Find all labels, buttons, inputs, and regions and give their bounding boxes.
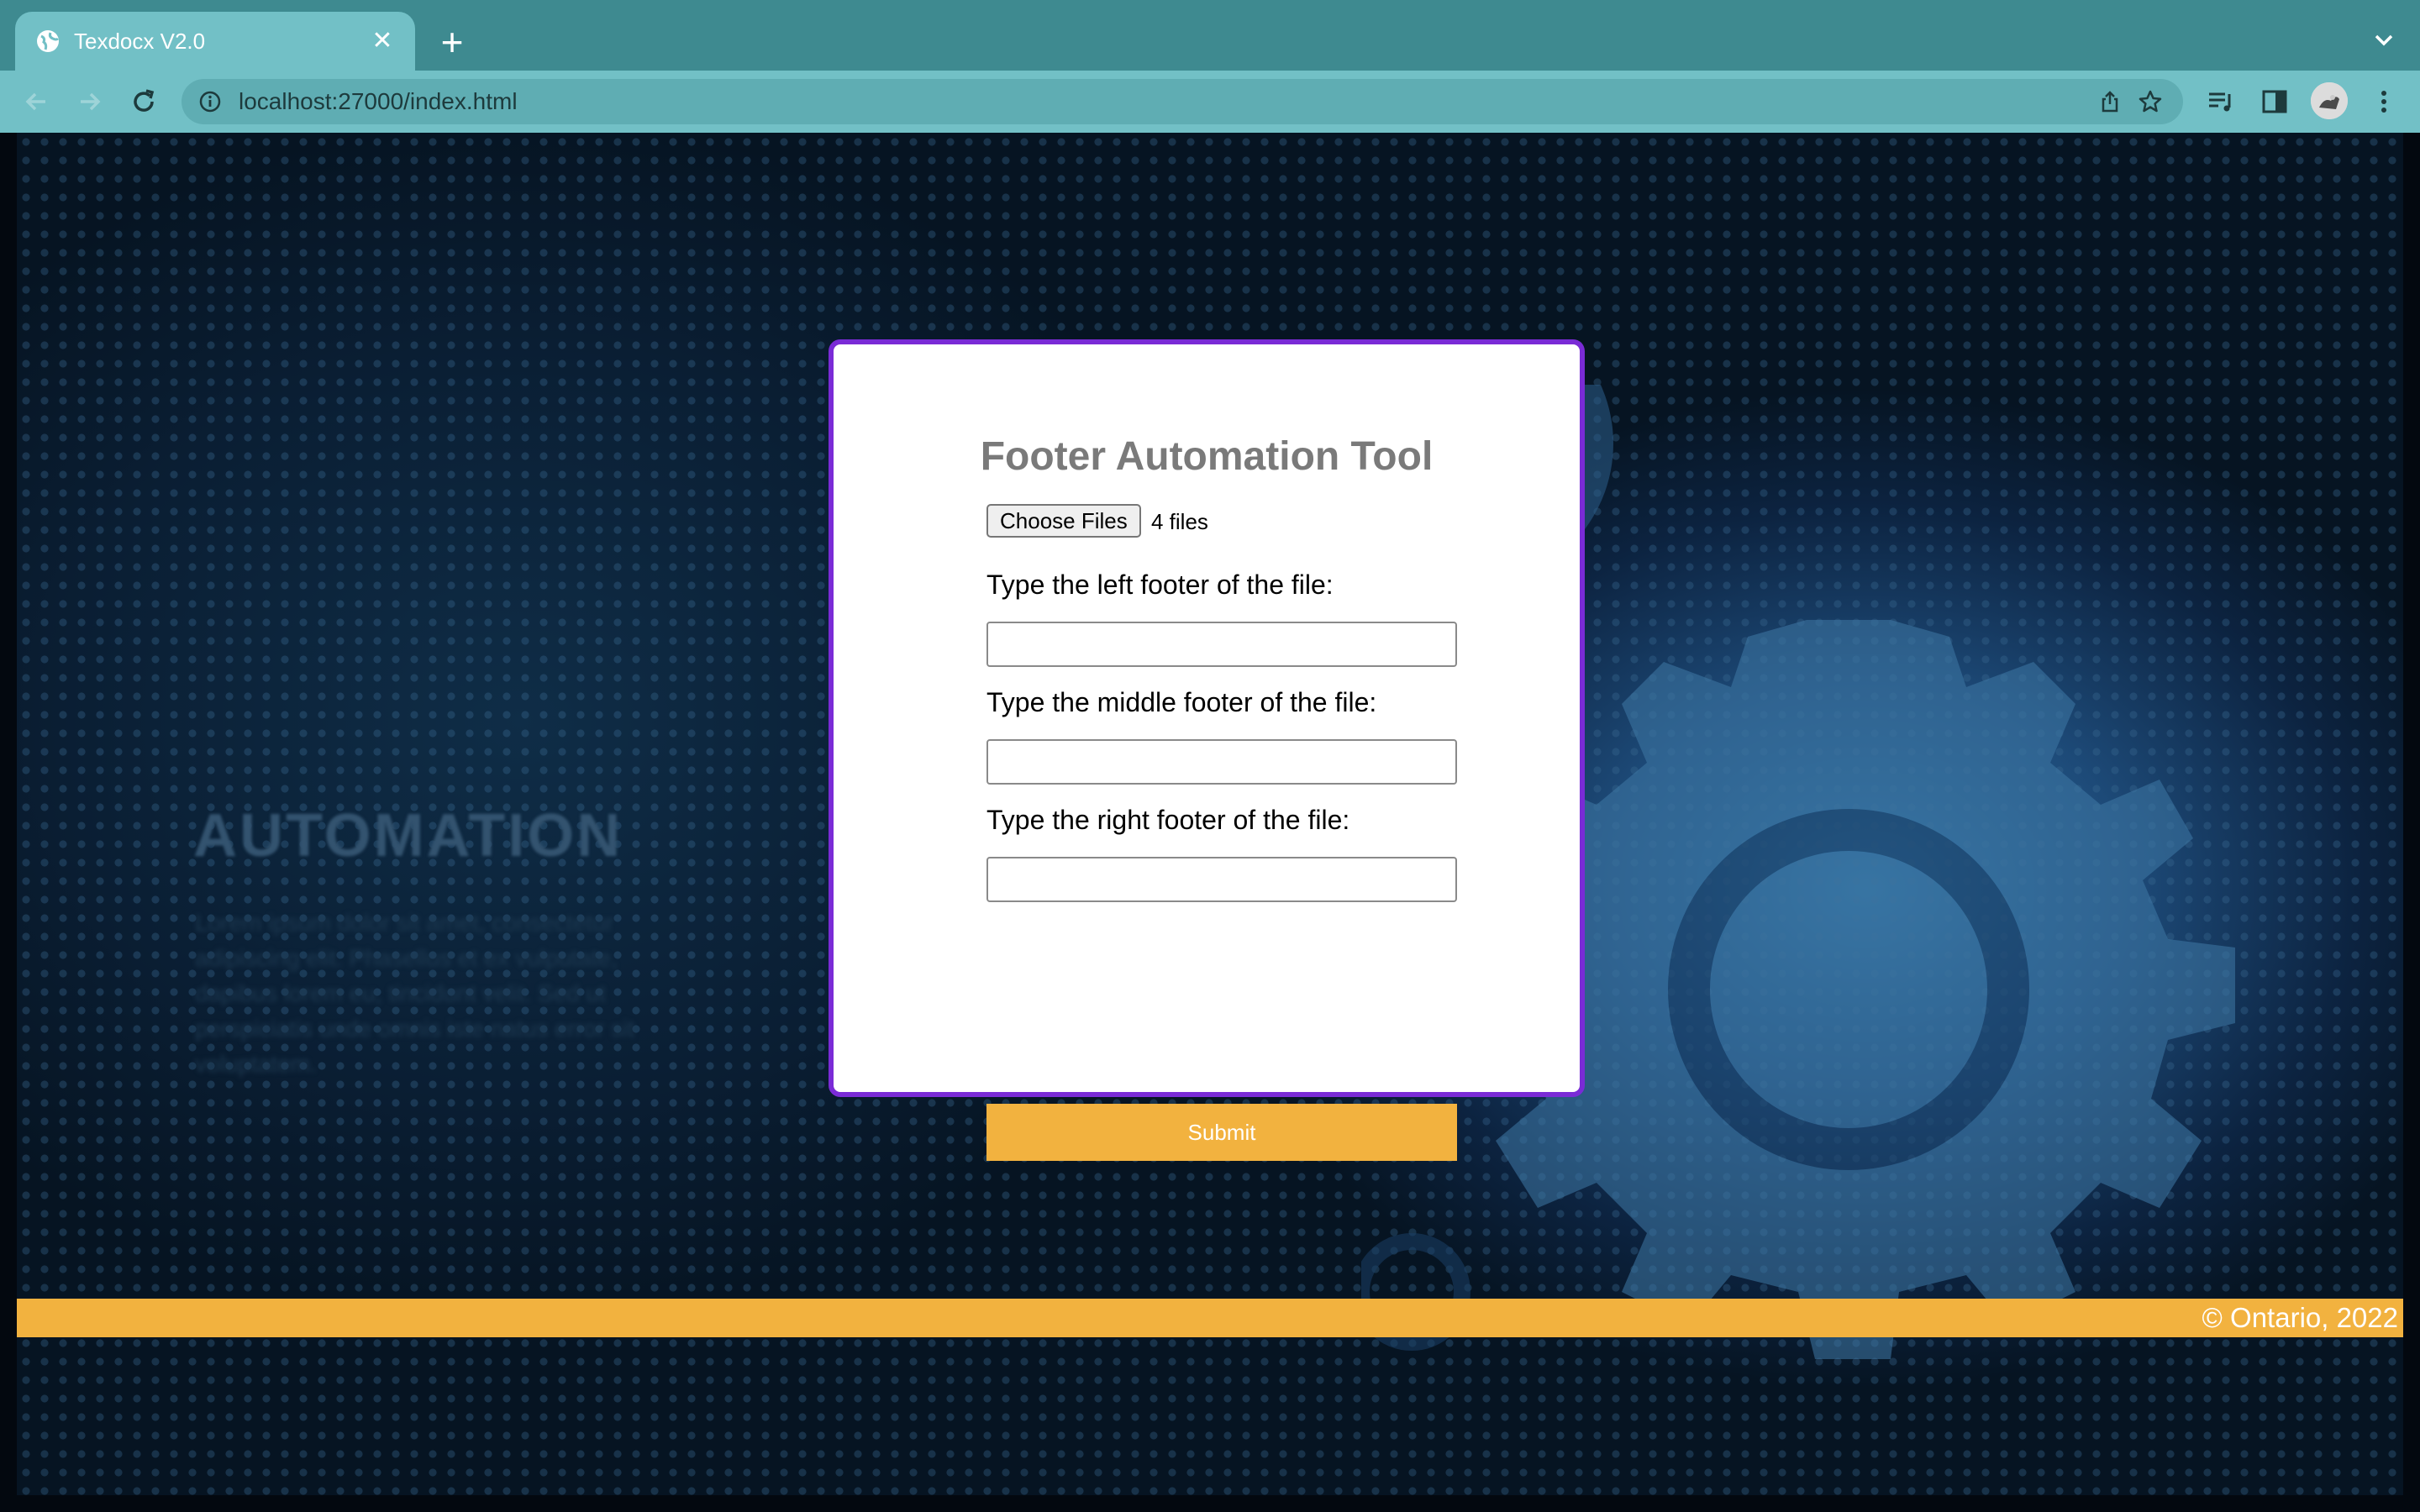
copyright-text: © Ontario, 2022 [2202,1302,2398,1333]
tab-strip: Texdocx V2.0 ✕ + [0,0,2420,71]
url-text: localhost:27000/index.html [239,88,518,114]
form-title: Footer Automation Tool [980,434,1434,479]
profile-avatar[interactable] [2311,82,2348,119]
chevron-down-icon[interactable] [2370,25,2398,54]
right-footer-label: Type the right footer of the file: [986,805,1350,835]
hero-heading: AUTOMATION [193,802,623,869]
right-footer-input[interactable] [986,857,1457,902]
back-arrow-icon[interactable] [20,86,52,118]
side-panel-icon[interactable] [2259,86,2291,118]
footer-form-card: Footer Automation Tool Choose Files 4 fi… [829,339,1585,1161]
middle-footer-input[interactable] [986,739,1457,785]
tab-title: Texdocx V2.0 [74,29,206,54]
submit-button[interactable]: Submit [986,1104,1457,1161]
plus-icon[interactable]: + [435,23,469,61]
media-controls-icon[interactable] [2205,86,2237,118]
reload-icon[interactable] [128,86,160,118]
globe-icon [37,30,60,52]
page-viewport: AUTOMATION Lorem ipsum dolor sit amet, c… [0,133,2420,1512]
kebab-menu-icon[interactable] [2368,86,2400,118]
share-icon[interactable] [2097,89,2123,114]
avatar-image [2311,82,2348,119]
left-footer-input[interactable] [986,622,1457,667]
forward-arrow-icon[interactable] [74,86,106,118]
file-count-text: 4 files [1151,509,1208,534]
middle-footer-label: Type the middle footer of the file: [986,687,1377,717]
choose-files-button[interactable]: Choose Files [986,504,1141,538]
browser-toolbar: localhost:27000/index.html [0,71,2420,133]
left-footer-label: Type the left footer of the file: [986,570,1334,600]
close-icon[interactable]: ✕ [368,27,397,55]
page-footer: © Ontario, 2022 [17,1299,2403,1337]
address-bar[interactable]: localhost:27000/index.html [182,79,2183,124]
star-icon[interactable] [2138,89,2163,114]
hero-paragraph: Lorem ipsum dolor sit amet, consectetur … [195,910,634,1077]
info-icon[interactable] [198,90,222,113]
browser-tab[interactable]: Texdocx V2.0 ✕ [15,12,415,71]
